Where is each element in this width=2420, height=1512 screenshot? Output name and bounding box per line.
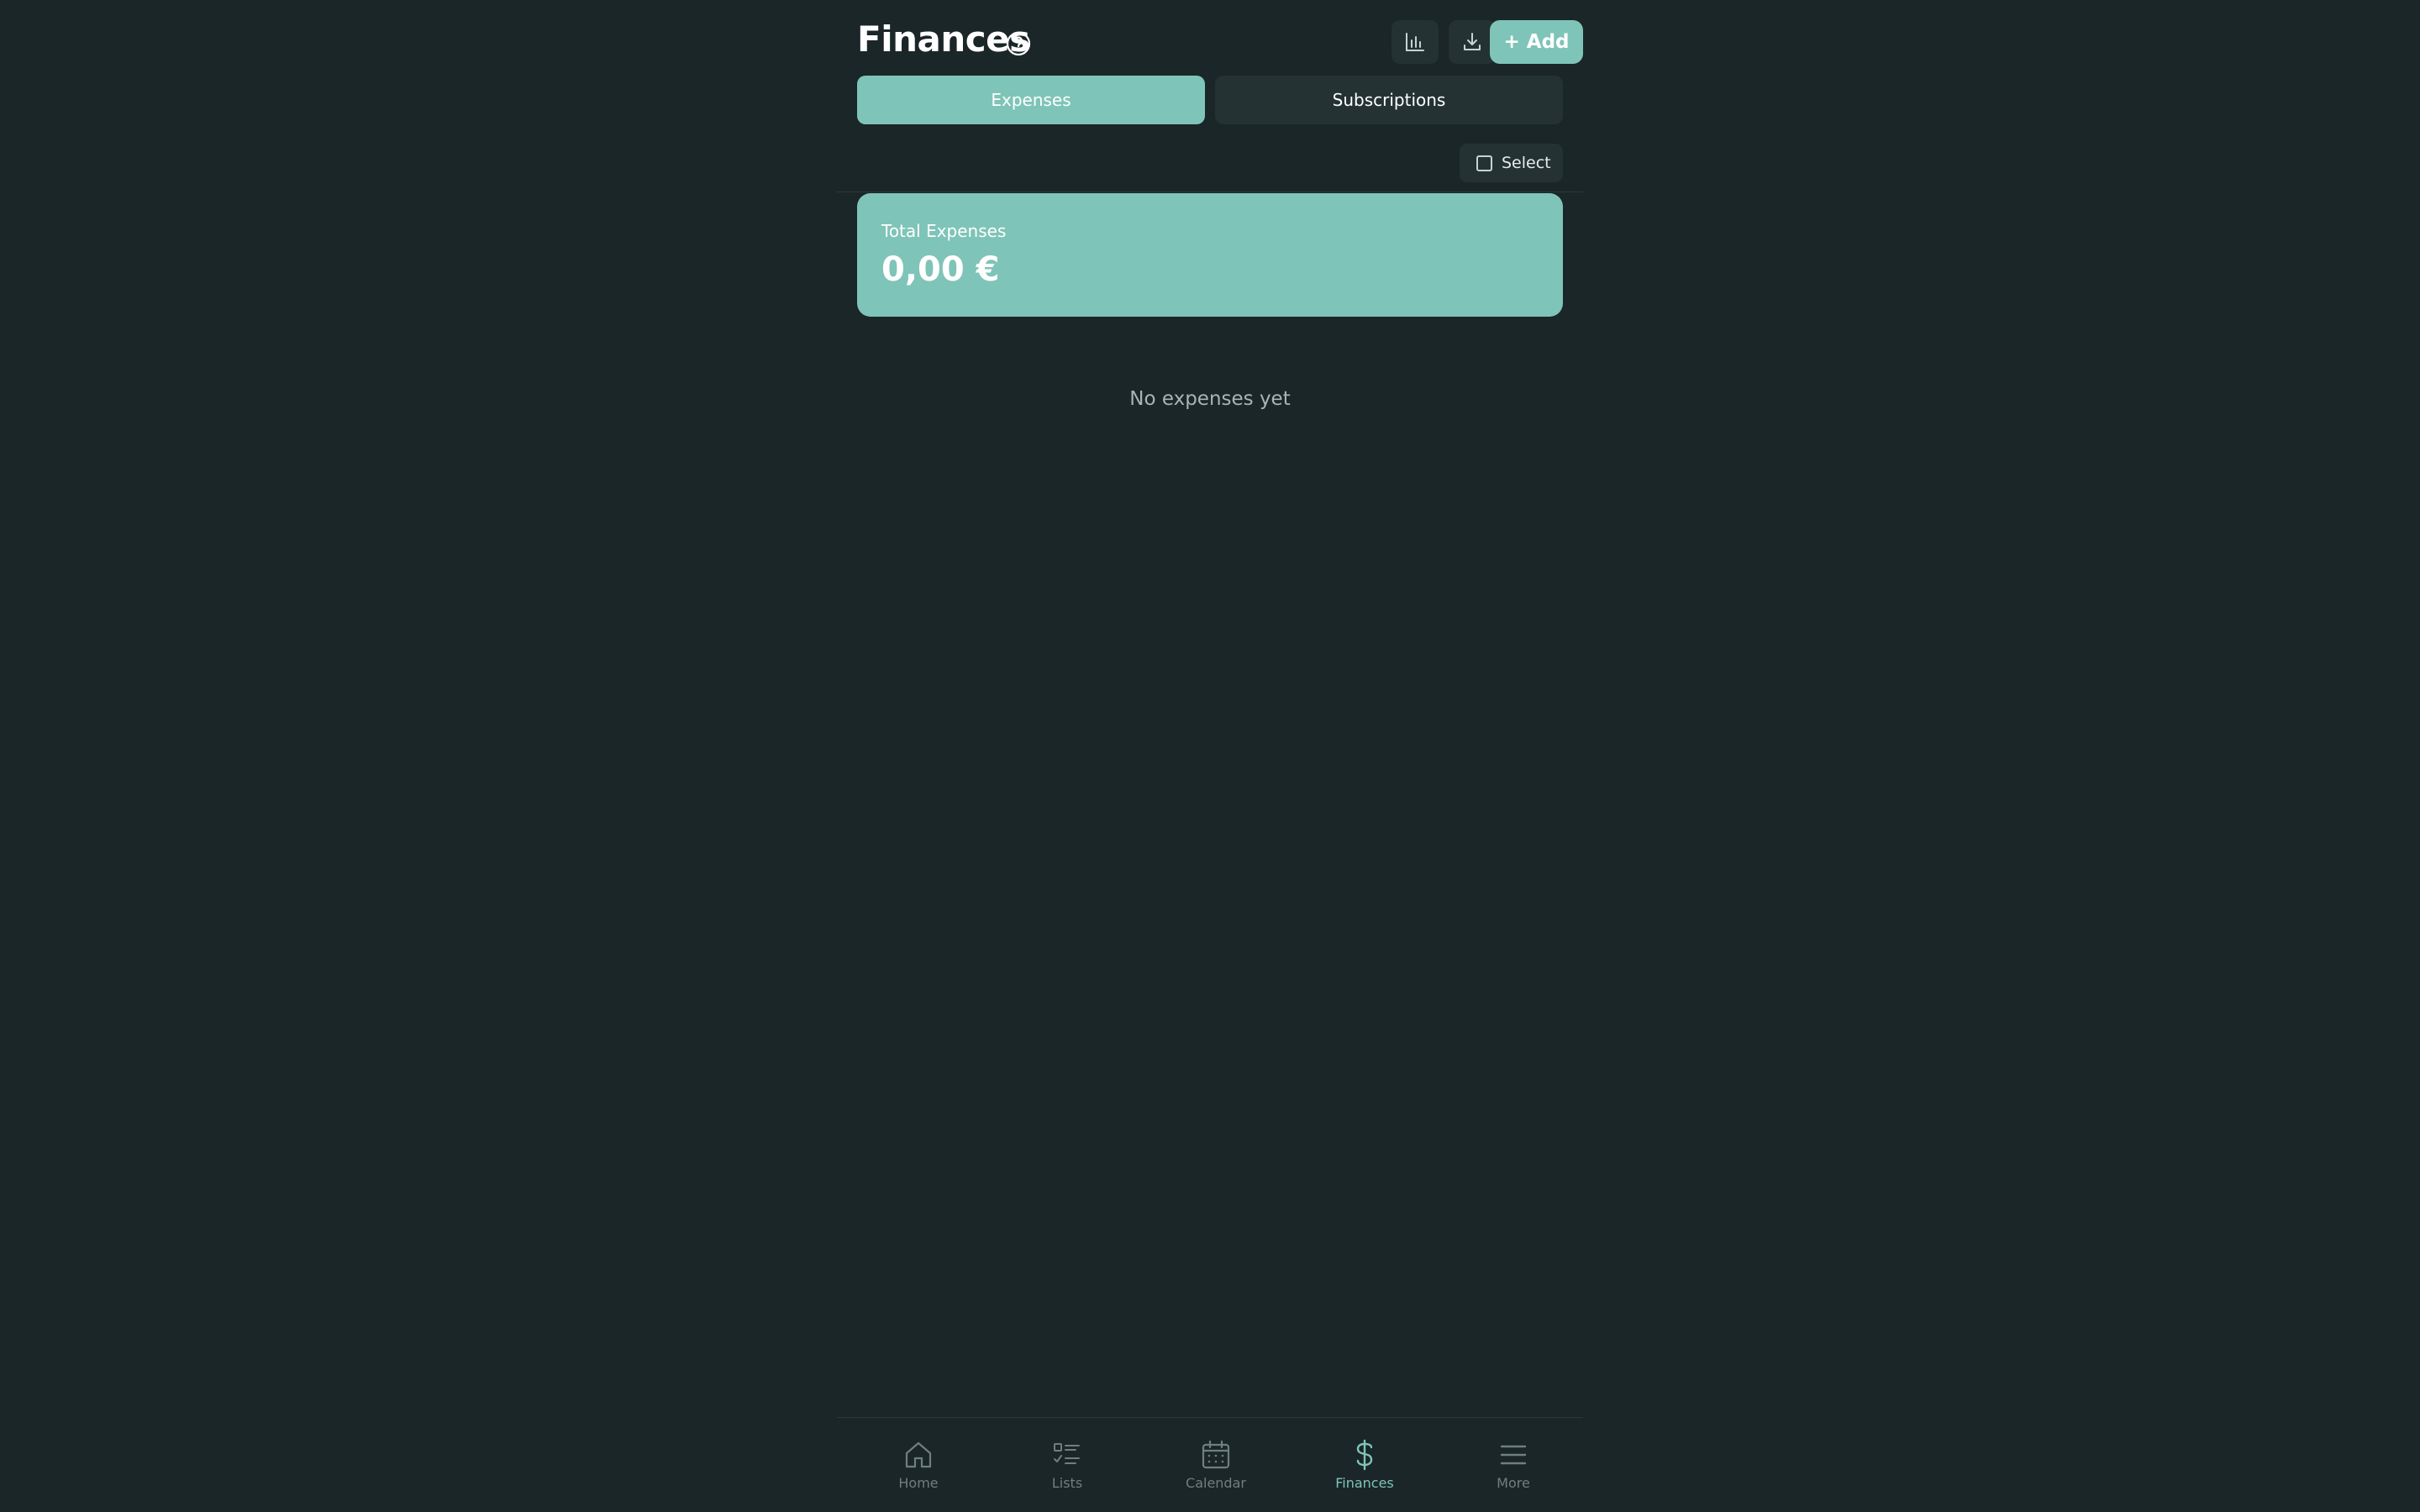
page-header: Finances + Add <box>857 18 1583 66</box>
nav-item-home[interactable]: Home <box>868 1438 969 1497</box>
nav-item-more[interactable]: More <box>1463 1438 1564 1497</box>
statistics-button[interactable] <box>1392 20 1439 64</box>
tab-expenses[interactable]: Expenses <box>857 76 1205 124</box>
select-label: Select <box>1502 154 1551 172</box>
nav-label: Finances <box>1335 1475 1394 1491</box>
nav-label: Home <box>898 1475 939 1491</box>
select-button[interactable]: Select <box>1460 144 1563 182</box>
total-expenses-label: Total Expenses <box>881 221 1007 241</box>
nav-item-calendar[interactable]: Calendar <box>1165 1438 1266 1497</box>
list-icon <box>1054 1443 1080 1464</box>
page-title: Finances <box>857 18 1030 60</box>
add-button[interactable]: + Add <box>1490 20 1583 64</box>
bar-chart-icon <box>1406 33 1424 51</box>
home-icon <box>905 1441 932 1468</box>
tab-bar: Expenses Subscriptions <box>857 76 1563 124</box>
dollar-icon <box>1356 1439 1373 1471</box>
finances-app: Finances + Add Expenses Subscriptions Se… <box>837 0 1583 1512</box>
nav-label: Calendar <box>1186 1475 1246 1491</box>
nav-item-finances[interactable]: Finances <box>1314 1438 1415 1497</box>
bottom-navigation: Home Lists Calendar Finances More <box>837 1418 1583 1512</box>
download-button[interactable] <box>1449 20 1496 64</box>
checkbox-icon <box>1476 155 1492 171</box>
nav-label: Lists <box>1051 1475 1083 1491</box>
calendar-icon <box>1202 1440 1230 1469</box>
nav-label: More <box>1497 1475 1530 1491</box>
help-icon[interactable] <box>1005 30 1032 57</box>
download-icon <box>1464 33 1481 50</box>
total-expenses-value: 0,00 € <box>881 250 1000 289</box>
total-expenses-card: Total Expenses 0,00 € <box>857 193 1563 317</box>
tab-subscriptions[interactable]: Subscriptions <box>1215 76 1563 124</box>
menu-icon <box>1500 1445 1527 1465</box>
nav-item-lists[interactable]: Lists <box>1017 1438 1118 1497</box>
empty-state-text: No expenses yet <box>1129 388 1291 410</box>
